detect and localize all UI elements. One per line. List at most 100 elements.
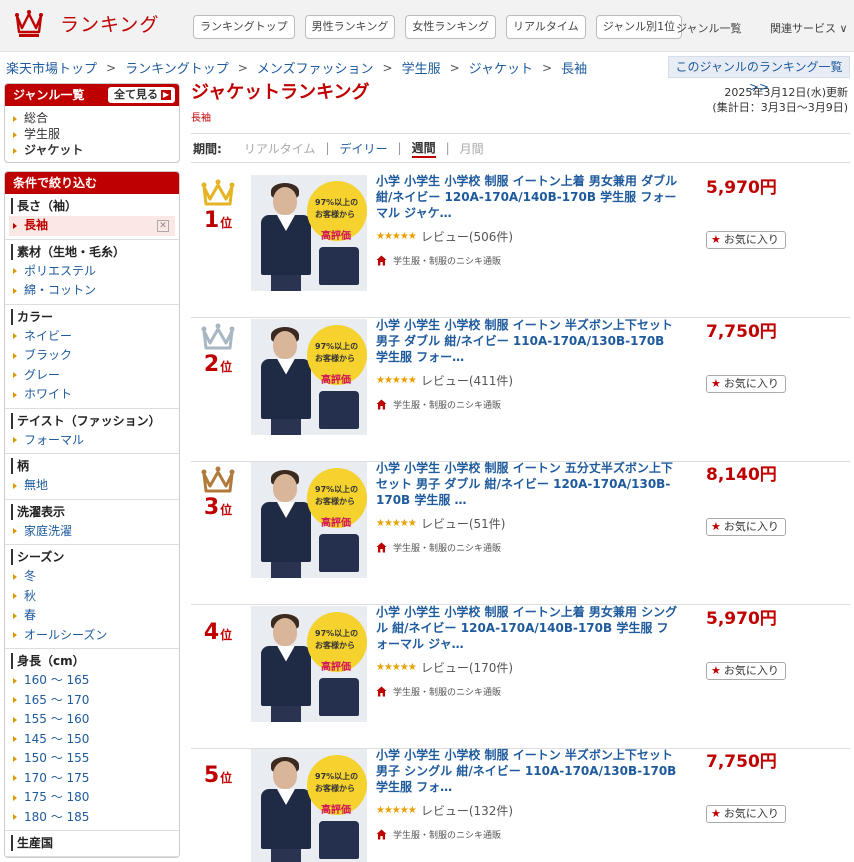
product-image[interactable]: 97%以上の お客様から 高評価 [251, 462, 367, 578]
triangle-icon [13, 222, 17, 229]
triangle-icon [13, 612, 17, 619]
filter-option[interactable]: グレー [11, 366, 173, 386]
show-all-button[interactable]: 全て見る ▶ [108, 87, 175, 103]
filter-option[interactable]: 155 ～ 160 [11, 710, 173, 730]
filter-option[interactable]: 綿・コットン [11, 281, 173, 301]
filter-option[interactable]: 150 ～ 155 [11, 749, 173, 769]
filter-option[interactable]: ブラック [11, 346, 173, 366]
site-header: ランキング ランキングトップ 男性ランキング 女性ランキング リアルタイム ジャ… [0, 0, 854, 52]
product-image[interactable]: 97%以上の お客様から 高評価 [251, 318, 367, 435]
filter-option[interactable]: 145 ～ 150 [11, 730, 173, 750]
shop-link[interactable]: 学生服・制服のニシキ通販 [376, 541, 678, 554]
shop-home-icon [376, 686, 387, 696]
rank-suffix: 位 [220, 503, 233, 517]
ranking-logo[interactable]: ランキング [14, 8, 159, 38]
product-image[interactable]: 97%以上の お客様から 高評価 [251, 605, 367, 722]
review-label: レビュー [420, 373, 469, 388]
genre-ranking-list-link[interactable]: このジャンルのランキング一覧 >> [668, 56, 850, 94]
triangle-icon [13, 775, 17, 781]
sidebar: ジャンル一覧 全て見る ▶ 総合 学生服 ジャケット 条件で絞り込む 長さ（袖）長… [4, 83, 180, 858]
filter-option[interactable]: 170 ～ 175 [11, 769, 173, 789]
favorite-button[interactable]: ★ お気に入り [706, 805, 786, 823]
breadcrumb-ranking-top[interactable]: ランキングトップ [125, 58, 229, 77]
product-image[interactable]: 97%以上の お客様から 高評価 [251, 749, 367, 862]
review-count: (411件) [468, 373, 514, 388]
filter-option[interactable]: 秋 [11, 587, 173, 607]
triangle-icon [13, 268, 17, 274]
review-link[interactable]: レビュー(51件) [421, 515, 506, 532]
product-price: 8,140円 [706, 465, 777, 485]
favorite-button[interactable]: ★ お気に入り [706, 374, 786, 393]
product-title[interactable]: 小学 小学生 小学校 制服 イートン 五分丈半ズボン上下セット 男子 ダブル 紺… [376, 460, 678, 508]
product-title[interactable]: 小学 小学生 小学校 制服 イートン上着 男女兼用 シングル 紺/ネイビー 12… [376, 604, 678, 652]
breadcrumb-mens-fashion[interactable]: メンズファッション [257, 58, 374, 77]
filter-group-title: 身長（cm） [11, 653, 173, 669]
genre-item-jacket[interactable]: ジャケット [13, 142, 179, 158]
nav-realtime[interactable]: リアルタイム [506, 15, 586, 39]
filter-option[interactable]: 春 [11, 606, 173, 626]
filter-option[interactable]: 180 ～ 185 [11, 808, 173, 828]
nav-women-ranking[interactable]: 女性ランキング [405, 15, 497, 39]
star-icon: ★ [711, 520, 721, 533]
review-link[interactable]: レビュー(170件) [421, 659, 513, 676]
shop-link[interactable]: 学生服・制服のニシキ通販 [376, 254, 678, 267]
filter-option-label: 155 ～ 160 [24, 712, 90, 726]
breadcrumb-rakuten-top[interactable]: 楽天市場トップ [6, 58, 97, 77]
filter-option-selected[interactable]: 長袖 ✕ [9, 216, 175, 236]
star-rating: ★★★★★ [376, 805, 417, 816]
filter-option[interactable]: 175 ～ 180 [11, 788, 173, 808]
breadcrumb-jacket[interactable]: ジャケット [469, 58, 533, 77]
breadcrumb-long-sleeve[interactable]: 長袖 [561, 58, 587, 77]
review-link[interactable]: レビュー(506件) [421, 228, 513, 245]
period-daily[interactable]: デイリー [340, 140, 388, 157]
filter-option[interactable]: 無地 [11, 476, 173, 496]
review-link[interactable]: レビュー(411件) [421, 372, 513, 389]
favorite-button[interactable]: ★ お気に入り [706, 231, 786, 249]
nav-ranking-top[interactable]: ランキングトップ [193, 15, 295, 39]
filter-option[interactable]: ネイビー [11, 327, 173, 347]
filter-option[interactable]: ホワイト [11, 385, 173, 405]
review-count: (170件) [468, 660, 514, 675]
genre-list-link[interactable]: ジャンル一覧 [676, 20, 741, 36]
favorite-button[interactable]: ★ お気に入り [706, 518, 786, 536]
filter-option[interactable]: 165 ～ 170 [11, 691, 173, 711]
rank-number: 3 [203, 495, 220, 520]
product-title[interactable]: 小学 小学生 小学校 制服 イートン 半ズボン上下セット 男子 ダブル 紺/ネイ… [376, 317, 678, 365]
favorite-label: お気に入り [723, 663, 779, 677]
breadcrumb-school-uniform[interactable]: 学生服 [402, 58, 441, 77]
rank-suffix: 位 [220, 627, 233, 642]
genre-item-all[interactable]: 総合 [13, 110, 179, 126]
filter-option[interactable]: 家庭洗濯 [11, 522, 173, 542]
review-link[interactable]: レビュー(132件) [421, 802, 513, 819]
shop-link[interactable]: 学生服・制服のニシキ通販 [376, 398, 678, 411]
triangle-icon [13, 697, 17, 703]
related-services-menu[interactable]: 関連サービス ∨ [770, 20, 848, 36]
badge-text: 97%以上の [315, 198, 359, 207]
badge-text: お客様から [315, 210, 355, 219]
genre-item-school-uniform[interactable]: 学生服 [13, 126, 179, 142]
filter-option-label: 150 ～ 155 [24, 751, 90, 765]
product-title[interactable]: 小学 小学生 小学校 制服 イートン 半ズボン上下セット 男子 シングル 紺/ネ… [376, 747, 678, 795]
filter-option[interactable]: フォーマル [11, 431, 173, 451]
product-info: 小学 小学生 小学校 制服 イートン 半ズボン上下セット 男子 シングル 紺/ネ… [376, 747, 678, 841]
filter-option[interactable]: 冬 [11, 567, 173, 587]
favorite-button[interactable]: ★ お気に入り [706, 661, 786, 680]
filter-option[interactable]: オールシーズン [11, 626, 173, 646]
rank-badge: 2位 [197, 322, 239, 377]
filter-header: 条件で絞り込む [5, 172, 179, 194]
shop-link[interactable]: 学生服・制服のニシキ通販 [376, 685, 678, 698]
filter-option[interactable]: 160 ～ 165 [11, 671, 173, 691]
favorite-label: お気に入り [723, 520, 779, 533]
product-image[interactable]: 97%以上の お客様から 高評価 [251, 175, 367, 291]
shop-link[interactable]: 学生服・制服のニシキ通販 [376, 828, 678, 841]
clear-filter-icon[interactable]: ✕ [157, 220, 169, 232]
rank-suffix: 位 [220, 359, 233, 374]
breadcrumb-separator: > [542, 60, 553, 75]
period-weekly[interactable]: 週間 [411, 139, 436, 158]
product-title[interactable]: 小学 小学生 小学校 制服 イートン上着 男女兼用 ダブル 紺/ネイビー 120… [376, 173, 678, 221]
nav-genre-first[interactable]: ジャンル別1位 [595, 15, 683, 39]
model-figure [257, 466, 315, 578]
nav-men-ranking[interactable]: 男性ランキング [304, 15, 396, 39]
filter-option[interactable]: ポリエステル [11, 262, 173, 282]
genre-list-header: ジャンル一覧 全て見る ▶ [5, 84, 179, 106]
